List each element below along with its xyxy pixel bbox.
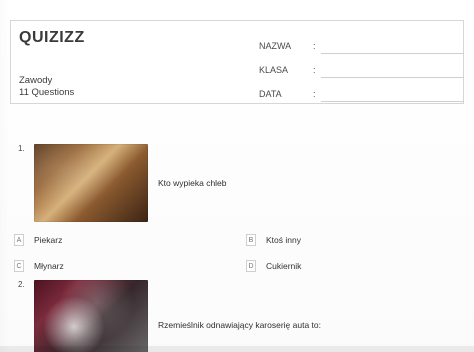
answer-letter-box: C bbox=[14, 260, 24, 272]
answer-letter-box: B bbox=[246, 234, 256, 246]
brand-text: QUIZIZZ bbox=[19, 29, 85, 46]
class-field[interactable]: KLASA : bbox=[259, 61, 464, 79]
date-label: DATA bbox=[259, 89, 282, 99]
question-2: 2. Rzemieślnik odnawiający karoserię aut… bbox=[18, 280, 458, 352]
name-colon: : bbox=[313, 41, 316, 51]
class-colon: : bbox=[313, 65, 316, 75]
question-text: Rzemieślnik odnawiający karoserię auta t… bbox=[158, 320, 321, 330]
quizizz-logo: QUIZIZZ bbox=[19, 29, 85, 47]
answer-letter-box: D bbox=[246, 260, 256, 272]
question-1: 1. Kto wypieka chleb bbox=[18, 144, 458, 234]
answer-b[interactable]: B Ktoś inny bbox=[246, 234, 301, 246]
question-text: Kto wypieka chleb bbox=[158, 178, 227, 188]
name-field[interactable]: NAZWA : bbox=[259, 37, 464, 55]
date-colon: : bbox=[313, 89, 316, 99]
quiz-header: QUIZIZZ NAZWA : KLASA : DATA : Zawody 11… bbox=[10, 20, 464, 104]
class-input-line[interactable] bbox=[321, 77, 464, 78]
answer-d[interactable]: D Cukiernik bbox=[246, 260, 301, 272]
bread-image bbox=[34, 144, 148, 222]
answer-text: Piekarz bbox=[34, 235, 63, 245]
question-number: 1. bbox=[18, 144, 25, 153]
page-bottom-edge bbox=[0, 346, 474, 352]
name-input-line[interactable] bbox=[321, 53, 464, 54]
name-label: NAZWA bbox=[259, 41, 292, 51]
answer-text: Cukiernik bbox=[266, 261, 302, 271]
answer-a[interactable]: A Piekarz bbox=[14, 234, 62, 246]
quiz-meta: Zawody 11 Questions bbox=[19, 75, 74, 99]
class-label: KLASA bbox=[259, 65, 289, 75]
date-input-line[interactable] bbox=[321, 101, 464, 102]
answer-letter-box: A bbox=[14, 234, 24, 246]
spray-image bbox=[34, 280, 148, 352]
answer-c[interactable]: C Młynarz bbox=[14, 260, 64, 272]
student-fields: NAZWA : KLASA : DATA : bbox=[259, 37, 464, 109]
answer-text: Ktoś inny bbox=[266, 235, 301, 245]
answer-text: Młynarz bbox=[34, 261, 64, 271]
quiz-title: Zawody bbox=[19, 75, 53, 86]
date-field[interactable]: DATA : bbox=[259, 85, 464, 103]
quiz-question-count: 11 Questions bbox=[19, 87, 75, 98]
quiz-page: QUIZIZZ NAZWA : KLASA : DATA : Zawody 11… bbox=[0, 0, 474, 352]
question-number: 2. bbox=[18, 280, 25, 289]
